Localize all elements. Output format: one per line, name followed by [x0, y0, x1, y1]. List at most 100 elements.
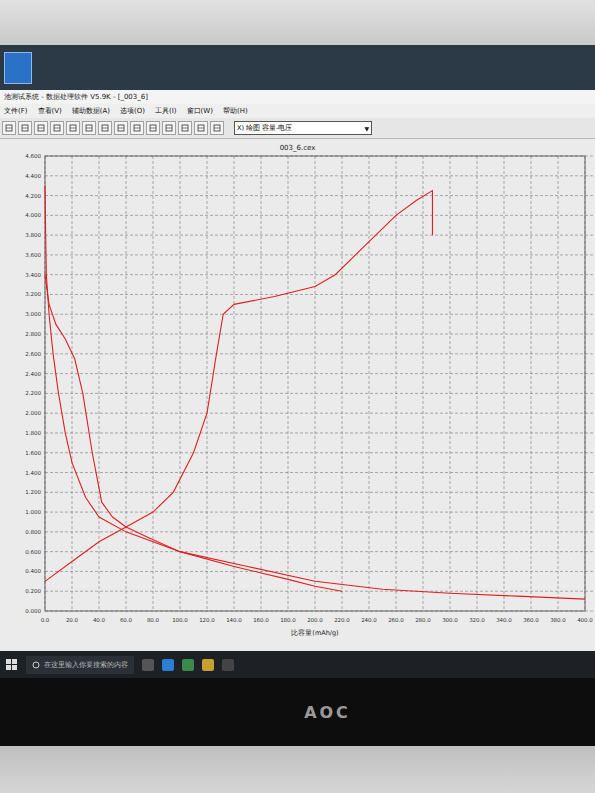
menu-item[interactable]: 辅助数据(A) [72, 106, 110, 116]
search-box[interactable]: 在这里输入你要搜索的内容 [26, 656, 134, 674]
capacity-voltage-chart: 003_6.cex0.020.040.060.080.0100.0120.014… [0, 139, 595, 651]
x-tick: 140.0 [226, 617, 242, 623]
tool-button[interactable] [18, 121, 32, 135]
grid-line [45, 334, 595, 335]
tool-button[interactable] [82, 121, 96, 135]
grid-line [45, 492, 595, 493]
x-tick: 240.0 [361, 617, 377, 623]
chart-icon [181, 124, 189, 132]
grid-line [45, 353, 595, 354]
folder-icon[interactable] [202, 659, 214, 671]
chart-icon [149, 124, 157, 132]
y-tick: 1.400 [25, 470, 41, 476]
x-tick: 360.0 [523, 617, 539, 623]
grid-line [45, 472, 595, 473]
tool-button[interactable] [66, 121, 80, 135]
y-tick: 0.400 [25, 568, 41, 574]
task-view-icon[interactable] [142, 659, 154, 671]
title-bar: 池测试系统 - 数据处理软件 V5.9K - [_003_6] [0, 90, 595, 104]
tool-button[interactable] [146, 121, 160, 135]
y-tick: 4.400 [25, 173, 41, 179]
x-tick: 280.0 [415, 617, 431, 623]
x-axis-title: 比容量(mAh/g) [291, 629, 338, 637]
windows-icon[interactable] [6, 659, 18, 671]
grid-line [45, 254, 595, 255]
grid-line [45, 314, 595, 315]
tool-button[interactable] [178, 121, 192, 135]
menu-item[interactable]: 文件(F) [4, 106, 28, 116]
zoom-icon [21, 124, 29, 132]
grid-line [45, 235, 595, 236]
wall [0, 0, 595, 45]
edge-icon[interactable] [162, 659, 174, 671]
y-tick: 0.600 [25, 549, 41, 555]
tool-button[interactable] [2, 121, 16, 135]
grid-line [423, 156, 424, 611]
desktop-shortcut-icon[interactable] [4, 52, 32, 84]
app-icon[interactable] [182, 659, 194, 671]
tool-button[interactable] [114, 121, 128, 135]
y-tick: 2.200 [25, 390, 41, 396]
y-tick: 1.000 [25, 509, 41, 515]
grid-line [531, 156, 532, 611]
x-tick: 120.0 [199, 617, 215, 623]
tool-button[interactable] [34, 121, 48, 135]
y-tick: 3.600 [25, 252, 41, 258]
taskbar: 在这里输入你要搜索的内容 [0, 651, 595, 678]
tool-button[interactable] [50, 121, 64, 135]
menu-bar: 文件(F) 查看(V) 辅助数据(A) 选项(O) 工具(I) 窗口(W) 帮助(H) [0, 104, 595, 118]
tool-button[interactable] [162, 121, 176, 135]
chart-icon [165, 124, 173, 132]
y-tick: 3.800 [25, 232, 41, 238]
x-tick: 80.0 [147, 617, 160, 623]
grid-line [45, 294, 595, 295]
tool-button[interactable] [130, 121, 144, 135]
desktop [0, 45, 595, 90]
photo-page: 池测试系统 - 数据处理软件 V5.9K - [_003_6] 文件(F) 查看(V… [0, 0, 595, 793]
grid-line [504, 156, 505, 611]
bulb-icon [213, 124, 221, 132]
grid-icon [101, 124, 109, 132]
series-line [45, 191, 432, 582]
grid-line [261, 156, 262, 611]
grid-line [369, 156, 370, 611]
x-tick: 60.0 [120, 617, 133, 623]
tool-button[interactable] [98, 121, 112, 135]
grid-line [45, 571, 595, 572]
tool-button[interactable] [210, 121, 224, 135]
grid-line [45, 432, 595, 433]
grid-icon [85, 124, 93, 132]
toolbar: X) 绘图 容量-电压▼ [0, 118, 595, 139]
table-icon [117, 124, 125, 132]
y-tick: 2.400 [25, 371, 41, 377]
y-tick: 3.200 [25, 291, 41, 297]
plot-select[interactable]: X) 绘图 容量-电压▼ [234, 121, 372, 135]
app-icon[interactable] [222, 659, 234, 671]
menu-item[interactable]: 窗口(W) [187, 106, 213, 116]
menu-item[interactable]: 选项(O) [120, 106, 145, 116]
grid-line [99, 156, 100, 611]
x-tick: 340.0 [496, 617, 512, 623]
y-tick: 3.000 [25, 311, 41, 317]
grid-line [45, 175, 595, 176]
grid-line [315, 156, 316, 611]
dropdown-arrow: ▼ [364, 125, 369, 132]
hand-icon [37, 124, 45, 132]
menu-item[interactable]: 帮助(H) [223, 106, 248, 116]
y-tick: 2.000 [25, 410, 41, 416]
y-tick: 1.800 [25, 430, 41, 436]
x-tick: 160.0 [253, 617, 269, 623]
tool-button[interactable] [194, 121, 208, 135]
x-tick: 320.0 [469, 617, 485, 623]
y-tick: 1.200 [25, 489, 41, 495]
grid-line [558, 156, 559, 611]
fit-icon [53, 124, 61, 132]
x-tick: 260.0 [388, 617, 404, 623]
x-tick: 300.0 [442, 617, 458, 623]
table-icon [133, 124, 141, 132]
grid-line [45, 195, 595, 196]
y-tick: 0.000 [25, 608, 41, 614]
grid-line [45, 551, 595, 552]
menu-item[interactable]: 工具(I) [155, 106, 177, 116]
menu-item[interactable]: 查看(V) [38, 106, 62, 116]
